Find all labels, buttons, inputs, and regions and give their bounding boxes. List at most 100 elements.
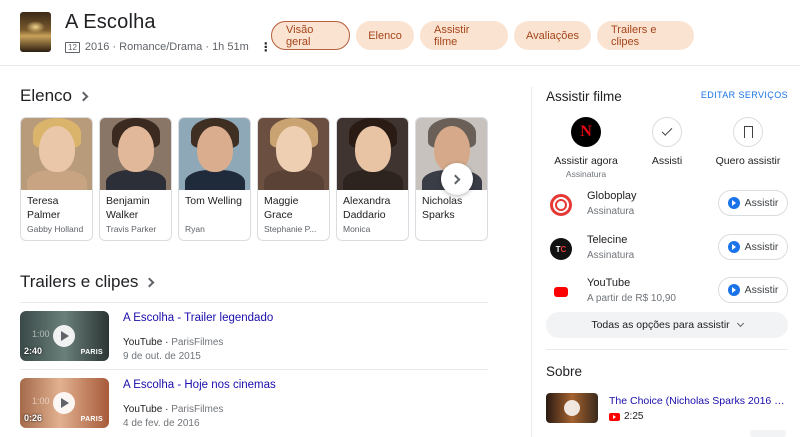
cast-role: Gabby Holland: [27, 224, 84, 234]
chevron-right-icon: [450, 174, 461, 184]
cast-photo: [21, 118, 92, 190]
all-options-label: Todas as opções para assistir: [591, 319, 730, 331]
provider-name: Telecine: [587, 234, 628, 246]
video-duration: 0:26: [24, 413, 43, 423]
about-video-meta: 2:25: [609, 411, 643, 422]
play-icon: [727, 197, 740, 209]
play-icon: [727, 241, 740, 253]
trailer-info: A Escolha - Hoje nos cinemas YouTube · P…: [123, 378, 483, 429]
trailer-title[interactable]: A Escolha - Trailer legendado: [123, 311, 483, 325]
chevron-right-icon: [78, 91, 89, 101]
trailer-source: YouTube · ParisFilmes: [123, 404, 224, 415]
chevron-down-icon: [736, 319, 744, 328]
provider-row-youtube[interactable]: YouTube A partir de R$ 10,90 Assistir: [546, 277, 788, 309]
cast-name: Alexandra Daddario: [343, 195, 391, 221]
cast-title-text: Elenco: [20, 86, 72, 105]
globoplay-icon: [550, 194, 572, 216]
about-video-title[interactable]: The Choice (Nicholas Sparks 2016 M...: [609, 395, 789, 407]
cast-name: Teresa Palmer: [27, 195, 61, 221]
tab-trailers[interactable]: Trailers e clipes: [597, 21, 694, 50]
divider: [20, 369, 488, 370]
play-icon: [564, 400, 580, 416]
trailers-title-text: Trailers e clipes: [20, 272, 139, 291]
provider-sub: Assinatura: [587, 250, 635, 261]
cast-name: Tom Welling: [185, 195, 242, 207]
cast-card[interactable]: Alexandra Daddario Monica: [336, 117, 409, 241]
chevron-right-icon: [144, 277, 155, 287]
trailer-date: 9 de out. de 2015: [123, 351, 201, 362]
divider: [546, 349, 788, 350]
thumbnail-ghost-text: 1:00: [32, 396, 50, 406]
cast-photo: [100, 118, 171, 190]
netflix-icon: N: [571, 117, 601, 147]
watch-button[interactable]: Assistir: [718, 234, 788, 260]
youtube-icon: [550, 281, 572, 303]
movie-poster[interactable]: [20, 12, 51, 52]
watch-button[interactable]: Assistir: [718, 190, 788, 216]
tab-cast[interactable]: Elenco: [356, 21, 414, 50]
carousel-next-button[interactable]: [441, 163, 473, 195]
cast-role: Ryan: [185, 224, 205, 234]
all-watch-options-button[interactable]: Todas as opções para assistir: [546, 312, 788, 338]
cast-card[interactable]: Tom Welling Ryan: [178, 117, 251, 241]
trailers-section-title[interactable]: Trailers e clipes: [20, 272, 155, 292]
video-duration: 2:40: [24, 346, 43, 356]
thumbnail-brand: PARIS: [80, 416, 103, 423]
youtube-icon: [609, 412, 620, 421]
provider-row-globoplay[interactable]: Globoplay Assinatura Assistir: [546, 190, 788, 222]
tab-overview[interactable]: Visão geral: [271, 21, 350, 50]
trailer-item[interactable]: 1:00 0:26 PARIS A Escolha - Hoje nos cin…: [20, 378, 483, 429]
trailer-source: YouTube · ParisFilmes: [123, 337, 224, 348]
watch-now-label: Assistir agora: [554, 155, 618, 167]
watched-label: Assisti: [651, 155, 683, 167]
play-icon: [727, 284, 740, 296]
watch-section-title: Assistir filme: [546, 89, 622, 104]
cast-card[interactable]: Maggie Grace Stephanie P...: [257, 117, 330, 241]
column-separator: [531, 87, 532, 437]
watch-button[interactable]: Assistir: [718, 277, 788, 303]
want-to-watch-label: Quero assistir: [715, 155, 781, 167]
thumbnail-brand: PARIS: [80, 349, 103, 356]
cast-card[interactable]: Teresa Palmer Gabby Holland: [20, 117, 93, 241]
tab-reviews[interactable]: Avaliações: [514, 21, 591, 50]
check-icon: [652, 117, 682, 147]
provider-name: YouTube: [587, 277, 631, 289]
cast-section-title[interactable]: Elenco: [20, 86, 89, 106]
want-to-watch-action[interactable]: Quero assistir: [712, 117, 784, 167]
cast-role: Monica: [343, 224, 371, 234]
edit-services-link[interactable]: EDITAR SERVIÇOS: [701, 90, 788, 100]
thumbnail-ghost-text: 1:00: [32, 329, 50, 339]
trailer-info: A Escolha - Trailer legendado YouTube · …: [123, 311, 483, 362]
cast-role: Stephanie P...: [264, 224, 317, 234]
tab-watch[interactable]: Assistir filme: [420, 21, 508, 50]
play-icon: [53, 392, 75, 414]
cast-carousel: Teresa Palmer Gabby Holland Benjamin Walke…: [20, 117, 488, 241]
about-video-thumbnail[interactable]: [546, 393, 598, 423]
video-thumbnail[interactable]: 1:00 0:26 PARIS: [20, 378, 109, 428]
cast-card[interactable]: Benjamin Walker Travis Parker: [99, 117, 172, 241]
video-thumbnail[interactable]: 1:00 2:40 PARIS: [20, 311, 109, 361]
provider-row-telecine[interactable]: TC Telecine Assinatura Assistir: [546, 234, 788, 266]
more-options-icon[interactable]: ⋮: [260, 40, 272, 54]
watched-action[interactable]: Assisti: [637, 117, 697, 167]
cast-name: Benjamin Walker: [106, 195, 150, 221]
trailer-date: 4 de fev. de 2016: [123, 418, 200, 429]
cast-name: Maggie Grace: [264, 195, 299, 221]
watch-now-sub: Assinatura: [565, 169, 607, 179]
trailer-title[interactable]: A Escolha - Hoje nos cinemas: [123, 378, 483, 392]
watch-now-action[interactable]: N Assistir agora Assinatura: [551, 117, 621, 179]
play-icon: [53, 325, 75, 347]
about-video-duration: 2:25: [624, 411, 644, 422]
provider-name: Globoplay: [587, 190, 637, 202]
cast-photo: [179, 118, 250, 190]
scrollbar[interactable]: [750, 430, 786, 437]
movie-title: A Escolha: [65, 11, 156, 33]
provider-sub: A partir de R$ 10,90: [587, 293, 676, 304]
bookmark-icon: [733, 117, 763, 147]
cast-role: Travis Parker: [106, 224, 157, 234]
trailer-item[interactable]: 1:00 2:40 PARIS A Escolha - Trailer lege…: [20, 311, 483, 362]
movie-meta: 12 2016 · Romance/Drama · 1h 51m ⋮: [65, 40, 272, 54]
about-section-title: Sobre: [546, 364, 583, 379]
divider: [20, 302, 488, 303]
cast-photo: [258, 118, 329, 190]
